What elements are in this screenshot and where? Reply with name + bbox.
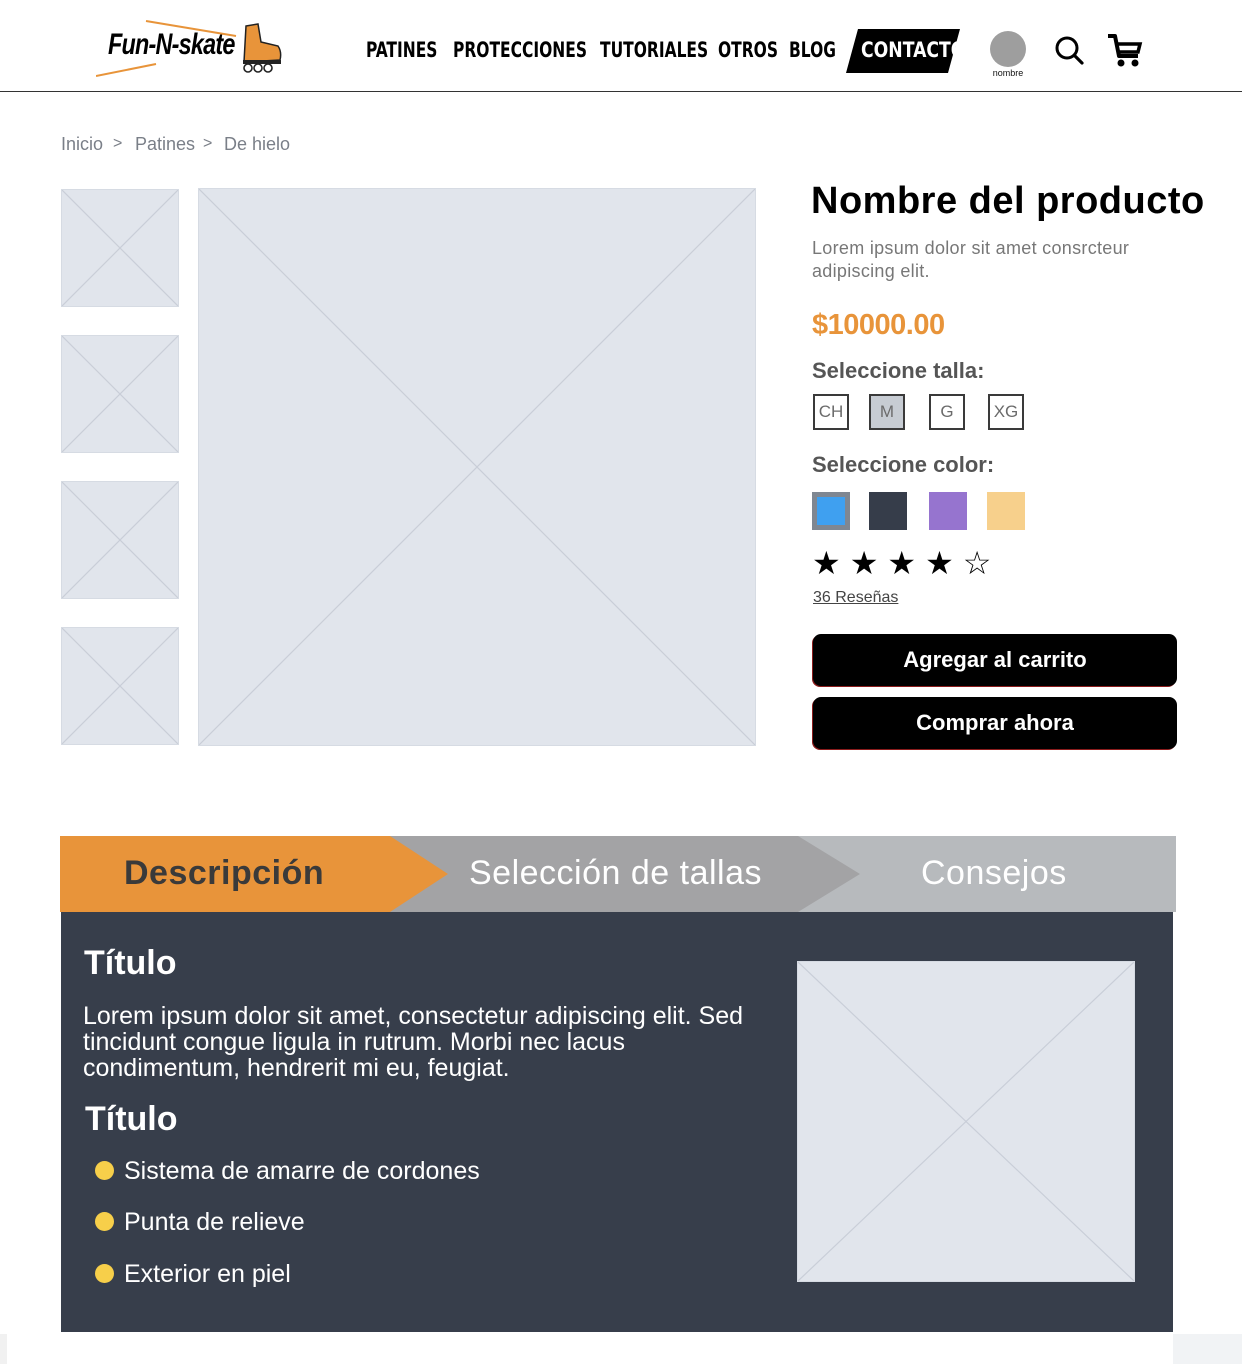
breadcrumb-inicio[interactable]: Inicio — [61, 134, 103, 155]
nav-blog[interactable]: BLOG — [789, 38, 836, 62]
nav-protecciones[interactable]: PROTECCIONES — [453, 38, 587, 62]
feature-text: Punta de relieve — [124, 1208, 305, 1236]
image-placeholder-icon — [798, 962, 1134, 1281]
nav-patines[interactable]: PATINES — [366, 38, 437, 62]
breadcrumb-separator: > — [203, 135, 213, 152]
header-divider — [0, 91, 1242, 92]
search-icon[interactable] — [1053, 34, 1085, 66]
tab-seleccion-tallas[interactable]: Selección de tallas — [469, 854, 762, 893]
size-option-xg[interactable]: XG — [988, 394, 1024, 430]
image-placeholder-icon — [62, 628, 178, 744]
feature-item: Exterior en piel — [95, 1260, 291, 1289]
description-body: Lorem ipsum dolor sit amet, consectetur … — [83, 1002, 744, 1082]
size-option-g[interactable]: G — [929, 394, 965, 430]
thumbnail-2[interactable] — [61, 335, 179, 453]
image-placeholder-icon — [199, 189, 755, 745]
thumbnail-3[interactable] — [61, 481, 179, 599]
page-edge — [1173, 1334, 1242, 1364]
main-product-image[interactable] — [198, 188, 756, 746]
feature-text: Sistema de amarre de cordones — [124, 1157, 480, 1185]
user-name-label: nombre — [992, 68, 1024, 78]
star-empty-icon: ☆ — [962, 545, 1001, 581]
image-placeholder-icon — [62, 336, 178, 452]
breadcrumb-separator: > — [113, 135, 123, 152]
description-image — [797, 961, 1135, 1282]
size-option-m[interactable]: M — [869, 394, 905, 430]
star-filled-icon: ★ — [925, 545, 963, 581]
image-placeholder-icon — [62, 190, 178, 306]
brand-name: Fun-N-skate — [108, 28, 235, 61]
rating-stars: ★★★★☆ — [812, 545, 1000, 581]
color-swatch-purple[interactable] — [929, 492, 967, 530]
breadcrumb-patines[interactable]: Patines — [135, 134, 195, 155]
size-label: Seleccione talla: — [812, 358, 985, 383]
thumbnail-4[interactable] — [61, 627, 179, 745]
star-filled-icon: ★ — [849, 545, 888, 581]
color-label: Seleccione color: — [812, 452, 995, 477]
color-swatch-blue[interactable] — [812, 492, 850, 530]
color-swatch-dark[interactable] — [869, 492, 907, 530]
image-placeholder-icon — [62, 482, 178, 598]
reviews-link[interactable]: 36 Reseñas — [813, 589, 898, 607]
product-description: Lorem ipsum dolor sit amet consrcteur ad… — [812, 238, 1130, 281]
contact-button[interactable]: CONTACTO — [861, 38, 965, 62]
bullet-icon — [95, 1211, 114, 1231]
feature-item: Punta de relieve — [95, 1208, 305, 1237]
star-filled-icon: ★ — [812, 545, 850, 581]
buy-now-button[interactable]: Comprar ahora — [813, 697, 1177, 749]
color-swatch-yellow[interactable] — [987, 492, 1025, 530]
brand-logo[interactable]: Fun-N-skate — [96, 18, 286, 80]
nav-tutoriales[interactable]: TUTORIALES — [600, 38, 708, 62]
breadcrumb-current: De hielo — [224, 134, 291, 154]
product-price: $10000.00 — [812, 309, 945, 341]
cart-icon[interactable] — [1106, 32, 1144, 68]
feature-text: Exterior en piel — [124, 1260, 291, 1288]
nav-otros[interactable]: OTROS — [718, 38, 778, 62]
bullet-icon — [95, 1160, 114, 1180]
feature-item: Sistema de amarre de cordones — [95, 1157, 480, 1186]
avatar[interactable] — [990, 31, 1026, 67]
section-title-2: Título — [85, 1100, 178, 1138]
thumbnail-1[interactable] — [61, 189, 179, 307]
product-title: Nombre del producto — [811, 180, 1205, 222]
tab-consejos[interactable]: Consejos — [921, 854, 1067, 893]
page-edge — [0, 1334, 7, 1364]
star-filled-icon: ★ — [887, 545, 926, 581]
bullet-icon — [95, 1263, 114, 1283]
add-to-cart-button[interactable]: Agregar al carrito — [813, 634, 1177, 686]
section-title-1: Título — [84, 944, 177, 982]
size-option-ch[interactable]: CH — [813, 394, 849, 430]
tab-descripcion[interactable]: Descripción — [124, 854, 324, 893]
